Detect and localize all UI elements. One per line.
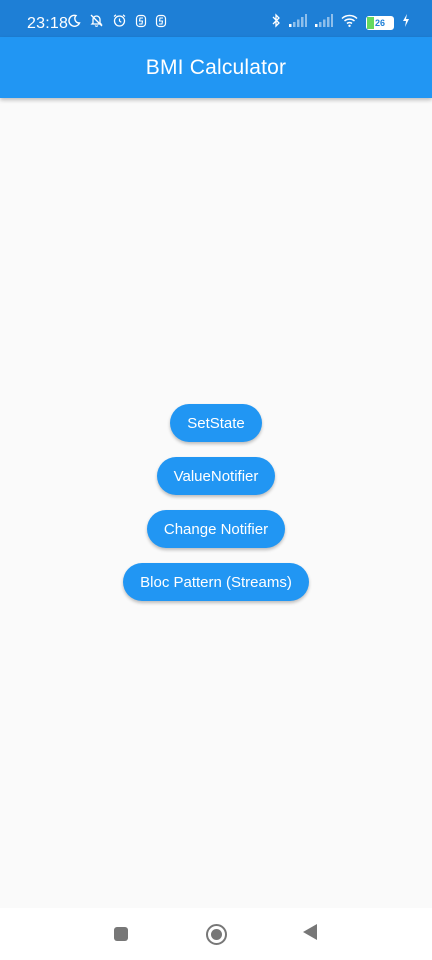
main-content: SetState ValueNotifier Change Notifier B… [0,98,432,908]
wifi-icon [341,14,358,31]
home-circle-dot [210,928,222,940]
recents-button[interactable] [89,908,153,960]
moon-icon [67,14,81,32]
bell-off-icon [89,13,104,32]
signal-icon [289,14,307,31]
setstate-button[interactable]: SetState [170,404,262,442]
home-button[interactable] [184,908,248,960]
recents-square-icon [114,927,128,941]
notification-icon [135,14,147,32]
app-bar: BMI Calculator [0,37,432,98]
back-button[interactable] [278,908,342,960]
status-right-icons: 26 [271,13,410,32]
change-notifier-button[interactable]: Change Notifier [146,510,286,548]
battery-level: 26 [374,17,385,28]
notification-icon [155,14,167,32]
status-time: 23:18 [27,15,69,32]
valuenotifier-button[interactable]: ValueNotifier [156,457,276,495]
button-stack: SetState ValueNotifier Change Notifier B… [0,404,432,601]
charging-icon [402,14,410,31]
status-left-icons [67,13,167,32]
battery-icon: 26 [366,15,394,30]
app-title: BMI Calculator [145,55,287,79]
alarm-icon [112,13,127,32]
back-triangle-icon [302,923,318,946]
home-circle-icon [205,923,227,945]
navigation-bar [0,908,432,960]
bloc-pattern-button[interactable]: Bloc Pattern (Streams) [123,563,309,601]
status-bar: 23:18 26 [0,0,432,37]
bluetooth-icon [271,13,281,32]
signal-icon [315,14,333,31]
